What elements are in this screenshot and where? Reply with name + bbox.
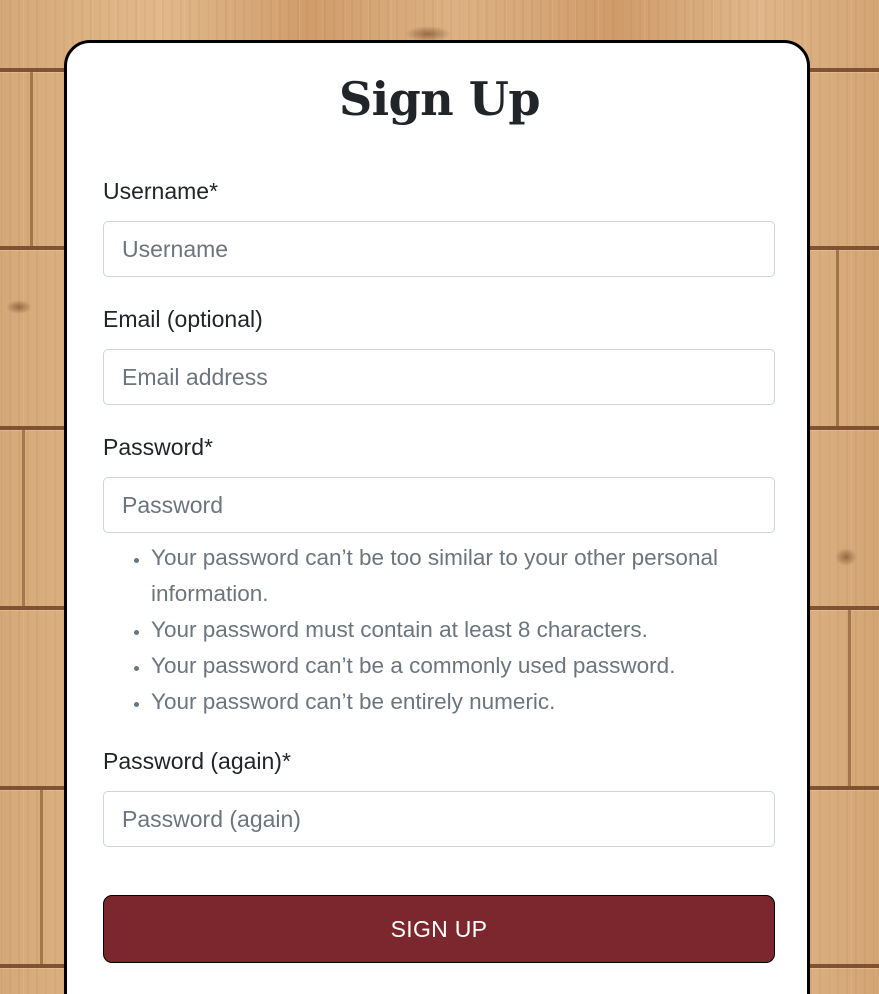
- password-help-item: Your password can’t be entirely numeric.: [151, 684, 775, 720]
- username-field-group: Username*: [103, 178, 775, 277]
- email-label: Email (optional): [103, 306, 263, 332]
- password-help-item: Your password can’t be a commonly used p…: [151, 648, 775, 684]
- username-label: Username*: [103, 178, 219, 204]
- password-again-field-group: Password (again)*: [103, 748, 775, 847]
- plank-seam: [40, 790, 43, 964]
- password-label: Password*: [103, 434, 213, 460]
- password-input[interactable]: [103, 477, 775, 533]
- password-help-item: Your password must contain at least 8 ch…: [151, 612, 775, 648]
- password-help-list: Your password can’t be too similar to yo…: [103, 540, 775, 720]
- email-field-group: Email (optional): [103, 306, 775, 405]
- page-title: Sign Up: [338, 72, 541, 126]
- plank-seam: [22, 430, 25, 606]
- email-input[interactable]: [103, 349, 775, 405]
- signup-button[interactable]: SIGN UP: [103, 895, 775, 963]
- username-input[interactable]: [103, 221, 775, 277]
- plank-seam: [848, 610, 851, 786]
- wood-knot: [835, 548, 857, 566]
- password-again-input[interactable]: [103, 791, 775, 847]
- wood-knot: [6, 300, 32, 314]
- password-help-item: Your password can’t be too similar to yo…: [151, 540, 775, 612]
- password-again-label: Password (again)*: [103, 748, 291, 774]
- plank-seam: [836, 250, 839, 426]
- password-field-group: Password*: [103, 434, 775, 533]
